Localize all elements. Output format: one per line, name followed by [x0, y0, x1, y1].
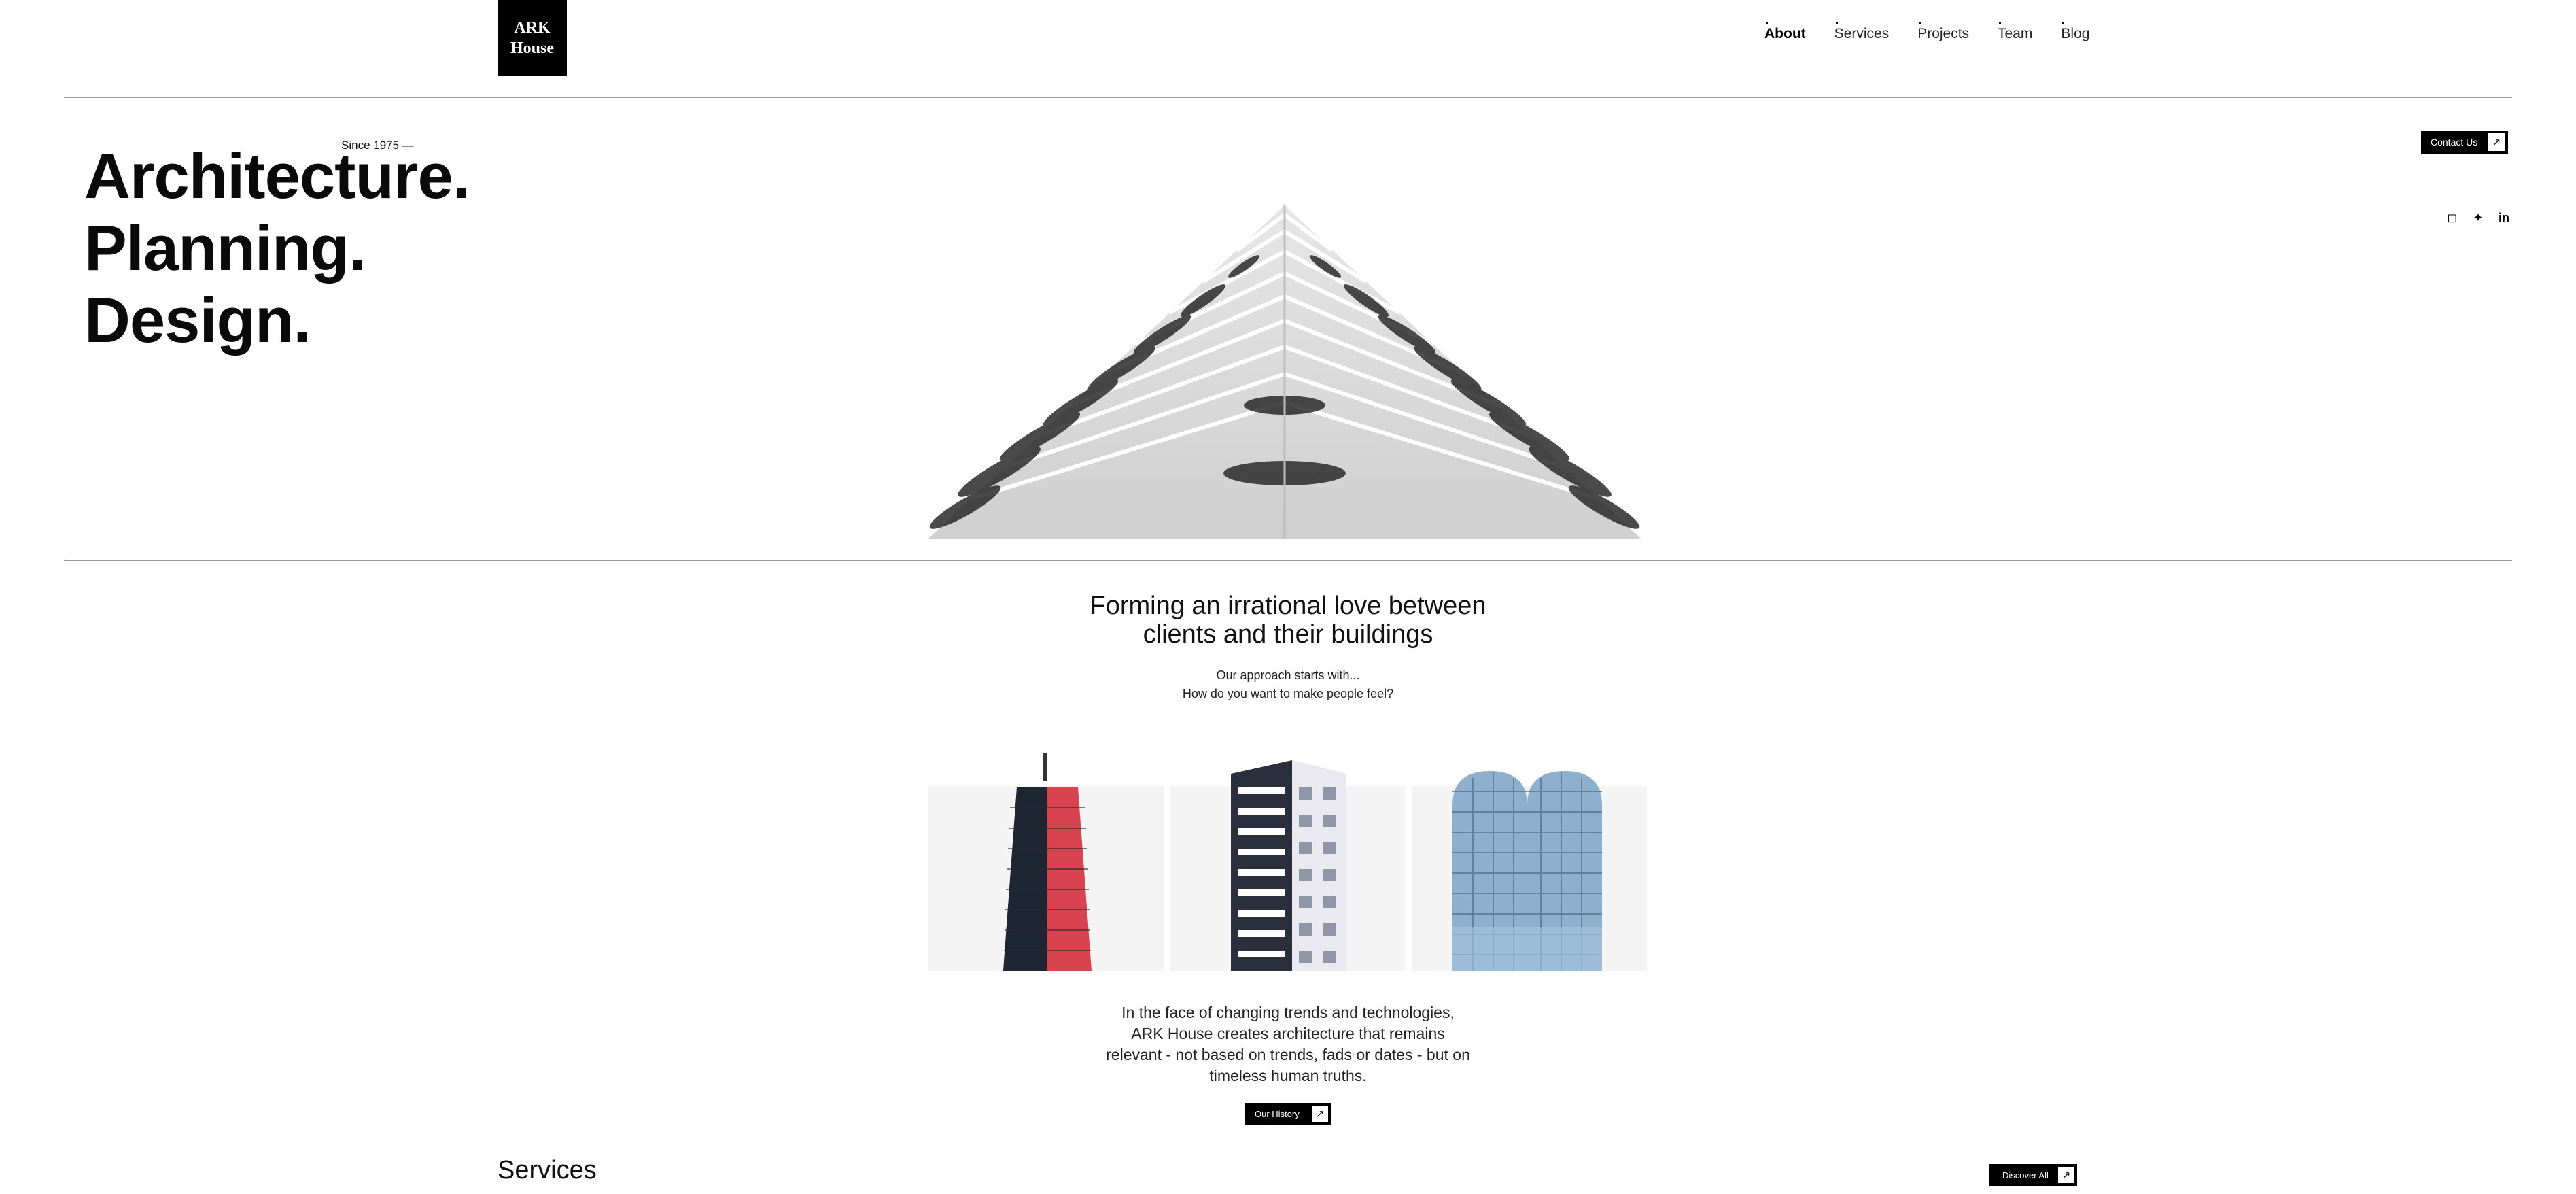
our-history-button[interactable]: Our History ↗: [1245, 1103, 1331, 1125]
nav-item-team[interactable]: Team: [1998, 22, 2033, 42]
header-divider: [64, 97, 2512, 98]
nav-item-blog[interactable]: Blog: [2061, 22, 2090, 42]
intro-subtext: Our approach starts with... How do you w…: [952, 666, 1624, 703]
twitter-icon[interactable]: ✦: [2471, 211, 2485, 225]
arrow-up-right-icon: ↗: [1312, 1106, 1328, 1122]
intro-heading-line-2: clients and their buildings: [1143, 620, 1433, 649]
nav-dot: [1766, 22, 1768, 24]
logo-line-1: ARK: [514, 19, 551, 37]
discover-all-button[interactable]: Discover All ↗: [1989, 1164, 2077, 1186]
red-tower-image: [1003, 753, 1092, 971]
nav-dot: [2062, 22, 2065, 24]
intro-subtext-line-1: Our approach starts with...: [1216, 668, 1360, 682]
instagram-icon[interactable]: ◻: [2446, 211, 2459, 225]
hero-title-line-1: Architecture.: [84, 140, 470, 211]
nav-item-projects[interactable]: Projects: [1917, 22, 1970, 42]
hero-title-line-3: Design.: [84, 284, 311, 356]
hero-title-line-2: Planning.: [84, 212, 366, 284]
about-line-3: relevant - not based on trends, fads or …: [1106, 1046, 1470, 1063]
intro-heading: Forming an irrational love between clien…: [952, 592, 1624, 649]
nav-item-services[interactable]: Services: [1834, 22, 1890, 42]
about-line-1: In the face of changing trends and techn…: [1121, 1004, 1455, 1021]
project-card-1[interactable]: [928, 753, 1164, 971]
nav-label: Blog: [2061, 26, 2090, 41]
project-card-2[interactable]: [1170, 760, 1405, 971]
intro-heading-line-1: Forming an irrational love between: [1090, 592, 1486, 620]
main-nav: About Services Projects Team Blog: [1764, 22, 2118, 42]
about-paragraph: In the face of changing trends and techn…: [1020, 1002, 1556, 1087]
our-history-label: Our History: [1255, 1108, 1300, 1119]
social-links: ◻ ✦ in: [2446, 211, 2511, 225]
arrow-up-right-icon: ↗: [2488, 133, 2505, 151]
intro-subtext-line-2: How do you want to make people feel?: [1182, 687, 1394, 700]
nav-dot: [1835, 22, 1838, 24]
logo[interactable]: ARK House: [498, 0, 567, 76]
contact-us-label: Contact Us: [2431, 137, 2478, 148]
nav-label: About: [1764, 26, 1806, 41]
hero-building-image: [928, 205, 1641, 539]
nav-dot: [1919, 22, 1921, 24]
nav-label: Team: [1998, 26, 2033, 41]
white-apartment-image: [1231, 760, 1346, 971]
nav-item-about[interactable]: About: [1764, 22, 1806, 42]
nav-label: Projects: [1917, 26, 1970, 41]
contact-us-button[interactable]: Contact Us ↗: [2421, 131, 2508, 154]
nav-dot: [1999, 22, 2002, 24]
hero-divider: [64, 560, 2512, 561]
nav-label: Services: [1834, 26, 1890, 41]
discover-all-label: Discover All: [2002, 1170, 2049, 1180]
glass-tower-image: [1452, 771, 1602, 971]
about-line-4: timeless human truths.: [1209, 1067, 1367, 1085]
logo-line-2: House: [510, 39, 554, 57]
hero-title: Architecture. Planning. Design.: [84, 140, 470, 356]
services-title: Services: [498, 1156, 597, 1184]
about-line-2: ARK House creates architecture that rema…: [1131, 1025, 1445, 1042]
linkedin-icon[interactable]: in: [2497, 211, 2511, 225]
arrow-up-right-icon: ↗: [2058, 1167, 2074, 1183]
project-card-3[interactable]: [1412, 771, 1647, 971]
